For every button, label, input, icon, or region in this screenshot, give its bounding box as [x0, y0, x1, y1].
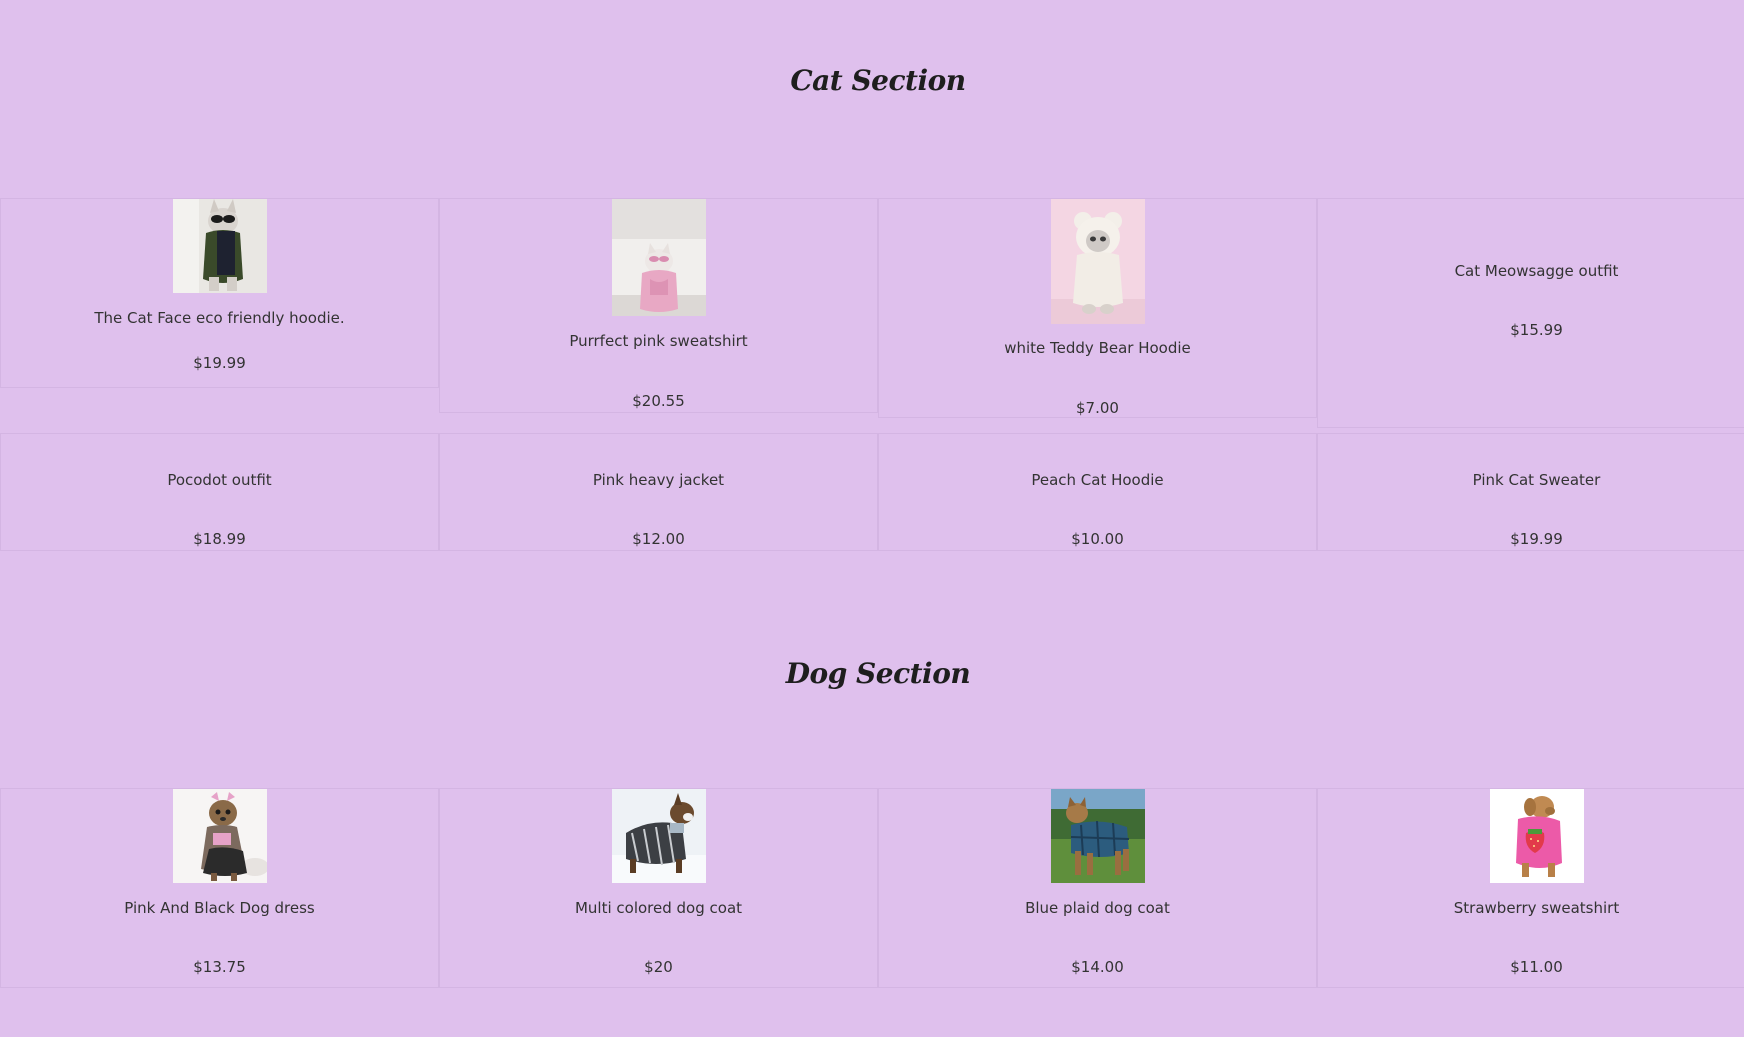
multi-colored-dog-coat-photo[interactable] — [611, 789, 706, 883]
product-card[interactable]: Strawberry sweatshirt $11.00 — [1317, 788, 1744, 988]
cat-section-title: Cat Section — [790, 64, 966, 97]
blue-plaid-dog-coat-photo[interactable] — [1050, 789, 1145, 883]
product-price: $15.99 — [1510, 321, 1563, 339]
cat-hoodie-photo[interactable] — [172, 199, 267, 293]
product-card[interactable]: Peach Cat Hoodie $10.00 — [878, 433, 1317, 551]
product-price: $10.00 — [1071, 530, 1124, 548]
product-card[interactable]: Pink Cat Sweater $19.99 — [1317, 433, 1744, 551]
product-card[interactable]: Blue plaid dog coat $14.00 — [878, 788, 1317, 988]
product-price: $19.99 — [1510, 530, 1563, 548]
product-name: Multi colored dog coat — [574, 899, 743, 917]
dog-section-title: Dog Section — [785, 657, 971, 690]
product-name: Peach Cat Hoodie — [1031, 471, 1164, 489]
pink-sweatshirt-cat-photo[interactable] — [611, 199, 706, 316]
product-price: $19.99 — [193, 354, 246, 372]
product-card[interactable]: Pink heavy jacket $12.00 — [439, 433, 878, 551]
teddy-bear-hoodie-cat-photo[interactable] — [1050, 199, 1145, 324]
product-price: $18.99 — [193, 530, 246, 548]
product-card[interactable]: The Cat Face eco friendly hoodie. $19.99 — [0, 198, 439, 388]
product-name: Blue plaid dog coat — [1025, 899, 1170, 917]
product-price: $11.00 — [1510, 958, 1563, 976]
product-price: $12.00 — [632, 530, 685, 548]
product-page: Cat Section The Cat Face eco friendly ho… — [0, 0, 1744, 1037]
product-name: Pocodot outfit — [167, 471, 272, 489]
product-price: $14.00 — [1071, 958, 1124, 976]
strawberry-sweatshirt-dog-photo[interactable] — [1489, 789, 1584, 883]
product-name: Strawberry sweatshirt — [1453, 899, 1620, 917]
product-card[interactable]: Pocodot outfit $18.99 — [0, 433, 439, 551]
product-price: $20.55 — [632, 392, 685, 410]
product-price: $7.00 — [1076, 399, 1119, 417]
product-name: Cat Meowsagge outfit — [1454, 262, 1619, 280]
product-price: $13.75 — [193, 958, 246, 976]
product-price: $20 — [644, 958, 673, 976]
product-name: Pink Cat Sweater — [1472, 471, 1601, 489]
product-name: The Cat Face eco friendly hoodie. — [94, 309, 345, 327]
product-card[interactable]: Multi colored dog coat $20 — [439, 788, 878, 988]
product-name: Pink heavy jacket — [592, 471, 725, 489]
product-name: white Teddy Bear Hoodie — [1004, 339, 1191, 357]
product-card[interactable]: Pink And Black Dog dress $13.75 — [0, 788, 439, 988]
product-name: Purrfect pink sweatshirt — [569, 332, 748, 350]
product-name: Pink And Black Dog dress — [124, 899, 315, 917]
dog-dress-photo[interactable] — [172, 789, 267, 883]
product-card[interactable]: Cat Meowsagge outfit $15.99 — [1317, 198, 1744, 428]
product-card[interactable]: Purrfect pink sweatshirt $20.55 — [439, 198, 878, 413]
product-card[interactable]: white Teddy Bear Hoodie $7.00 — [878, 198, 1317, 418]
